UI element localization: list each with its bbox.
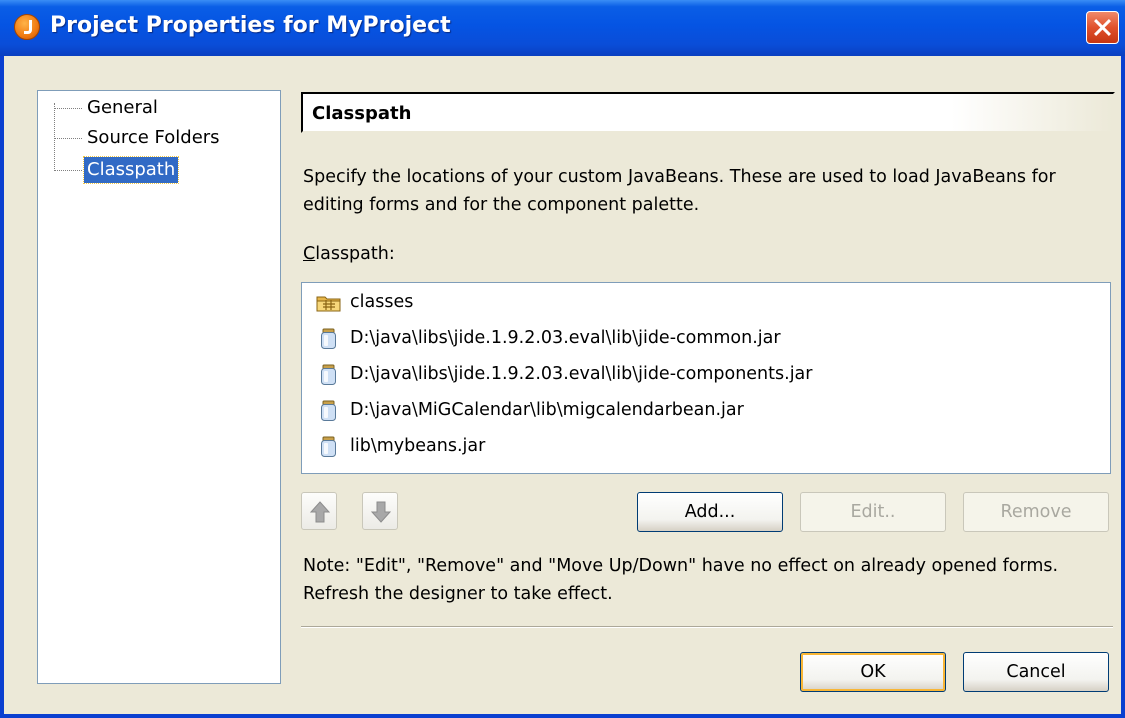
move-up-button[interactable] — [301, 492, 337, 530]
entry-text: lib\mybeans.jar — [350, 436, 486, 456]
arrow-up-icon — [310, 501, 330, 523]
cancel-button[interactable]: Cancel — [963, 652, 1109, 692]
tree-connector — [54, 103, 55, 169]
move-down-button[interactable] — [362, 492, 398, 530]
jar-icon — [321, 400, 336, 421]
app-icon — [14, 14, 40, 40]
close-button[interactable] — [1086, 11, 1119, 44]
arrow-down-icon — [371, 501, 391, 523]
jar-icon — [321, 436, 336, 457]
section-title: Classpath — [312, 103, 412, 124]
remove-button-label: Remove — [1000, 502, 1072, 522]
add-button-label: Add... — [684, 502, 736, 522]
tree-item-label: Classpath — [82, 156, 180, 184]
folder-icon — [316, 296, 341, 312]
category-tree: General Source Folders Classpath — [37, 90, 281, 684]
label-text: lasspath: — [315, 244, 395, 264]
ok-button[interactable]: OK — [800, 652, 946, 692]
section-header: Classpath — [301, 92, 1115, 133]
ok-button-label: OK — [860, 662, 886, 682]
entry-text: D:\java\libs\jide.1.9.2.03.eval\lib\jide… — [350, 328, 781, 348]
footer-divider — [301, 626, 1113, 628]
edit-button-label: Edit.. — [850, 502, 896, 522]
project-properties-dialog: Project Properties for MyProject General… — [0, 0, 1125, 718]
entry-text: classes — [350, 292, 414, 312]
classpath-list-label: Classpath: — [303, 244, 395, 264]
jar-icon — [321, 328, 336, 349]
add-button[interactable]: Add... — [637, 492, 783, 532]
mnemonic-letter: C — [303, 244, 316, 264]
section-description: Specify the locations of your custom Jav… — [303, 167, 1056, 215]
window-title: Project Properties for MyProject — [50, 13, 451, 38]
edit-button[interactable]: Edit.. — [800, 492, 946, 532]
jar-icon — [321, 364, 336, 385]
tree-item-label: General — [87, 97, 158, 118]
tree-connector — [54, 108, 82, 109]
note-text: Note: "Edit", "Remove" and "Move Up/Down… — [303, 556, 1059, 604]
tree-connector — [54, 170, 82, 171]
cancel-button-label: Cancel — [1006, 662, 1066, 682]
remove-button[interactable]: Remove — [963, 492, 1109, 532]
tree-item-label: Source Folders — [87, 127, 220, 148]
entry-text: D:\java\libs\jide.1.9.2.03.eval\lib\jide… — [350, 364, 813, 384]
classpath-list[interactable]: classes D:\java\libs\jide.1.9.2.03.eval\… — [301, 282, 1111, 474]
entry-text: D:\java\MiGCalendar\lib\migcalendarbean.… — [350, 400, 744, 420]
title-bar[interactable]: Project Properties for MyProject — [0, 0, 1125, 56]
tree-connector — [54, 138, 82, 139]
